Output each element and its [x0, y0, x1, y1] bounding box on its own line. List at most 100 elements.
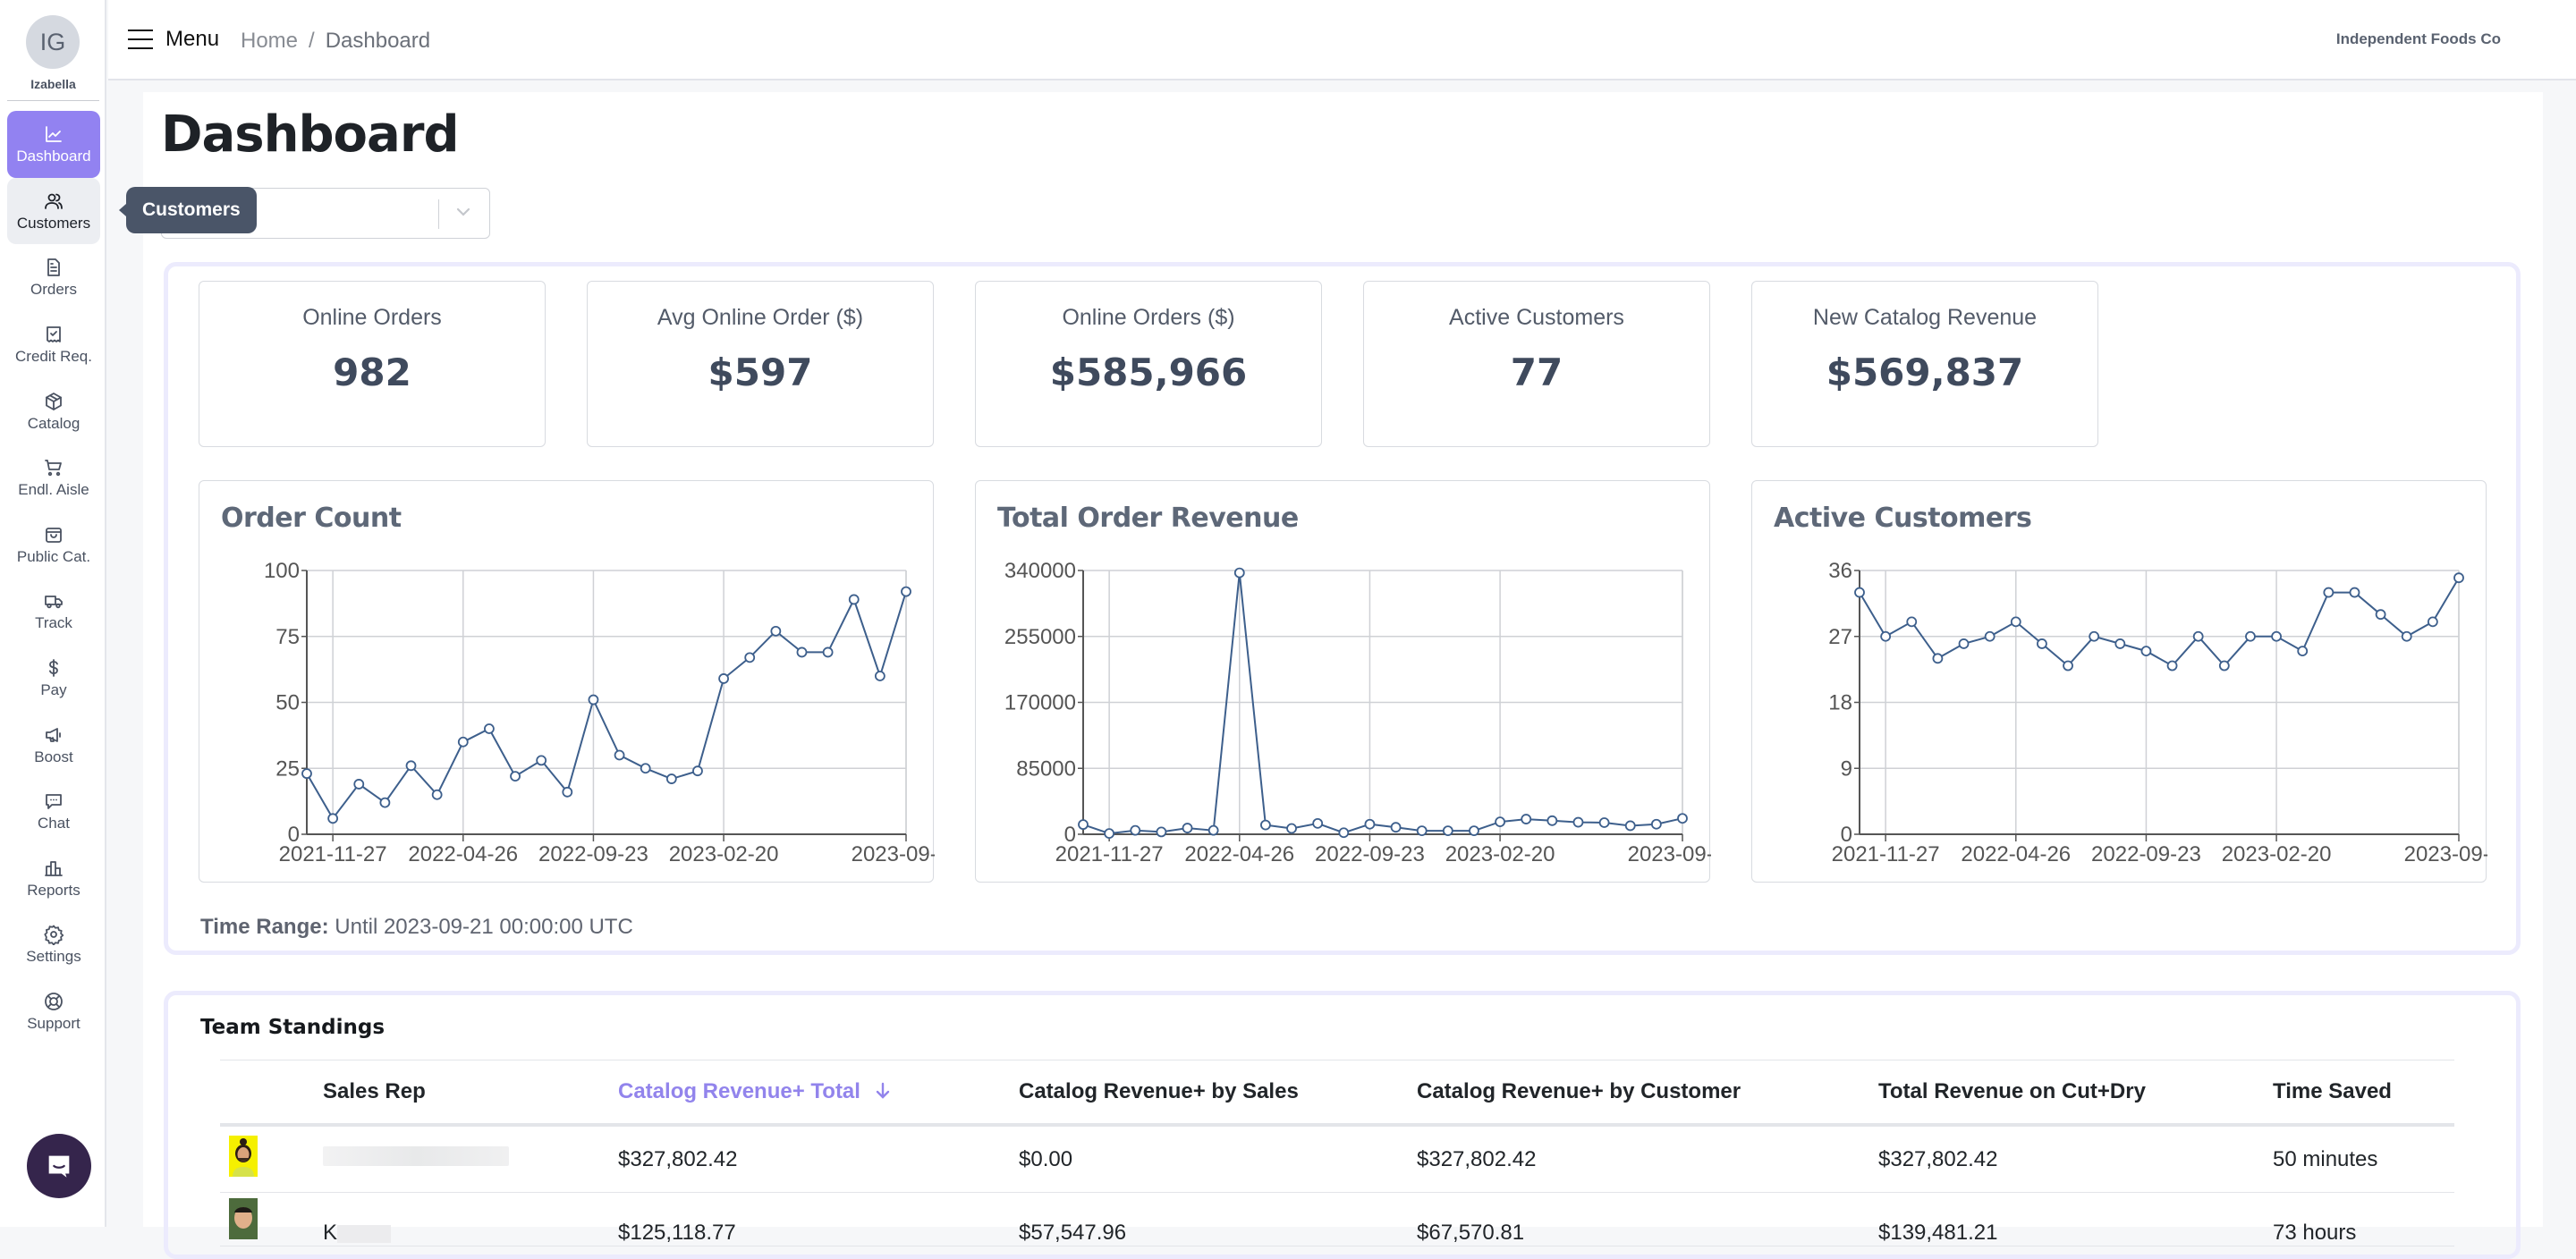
data-point: [1442, 825, 1453, 836]
kpi-value: 982: [333, 351, 411, 394]
sidebar-item-label: Endl. Aisle: [18, 481, 89, 499]
truck-icon: [42, 589, 65, 613]
kpi-active-customers: Active Customers 77: [1363, 281, 1710, 447]
column-header-by-customer[interactable]: Catalog Revenue+ by Customer: [1417, 1079, 1878, 1104]
company-name[interactable]: Independent Foods Co: [2336, 30, 2501, 48]
kpi-label: Online Orders: [302, 305, 442, 330]
redacted-name: [323, 1146, 509, 1166]
data-point: [2323, 587, 2334, 598]
data-point: [1390, 822, 1402, 833]
data-point: [1598, 817, 1610, 828]
chevron-down-icon[interactable]: [454, 203, 472, 221]
sidebar-item-label: Dashboard: [16, 148, 91, 165]
kpi-online-orders: Online Orders 982: [199, 281, 546, 447]
total-cutdry-cell: $139,481.21: [1878, 1221, 1998, 1245]
data-point: [848, 594, 860, 605]
column-header-by-sales[interactable]: Catalog Revenue+ by Sales: [1019, 1079, 1417, 1104]
data-point: [2063, 660, 2073, 672]
kpi-label: Online Orders ($): [1062, 305, 1235, 330]
data-point: [431, 789, 443, 800]
column-header-sales-rep[interactable]: Sales Rep: [323, 1079, 618, 1104]
data-point: [1156, 826, 1167, 838]
data-point: [510, 771, 521, 782]
data-point: [692, 765, 703, 777]
sidebar-item-label: Track: [35, 614, 72, 632]
column-header-time-saved[interactable]: Time Saved: [2273, 1079, 2452, 1104]
y-tick-label: 75: [275, 625, 300, 649]
chat-launcher-button[interactable]: [27, 1134, 91, 1198]
data-point: [1260, 819, 1271, 831]
sidebar-item-orders[interactable]: Orders: [7, 244, 100, 311]
x-tick-label: 2023-09-18: [1628, 842, 1711, 866]
data-point: [1416, 825, 1428, 836]
sidebar-item-pay[interactable]: Pay: [7, 645, 100, 712]
data-point: [796, 646, 808, 658]
by-customer-cell: $67,570.81: [1417, 1221, 1525, 1245]
arrow-down-icon: [876, 1082, 889, 1099]
sidebar-item-dashboard[interactable]: Dashboard: [7, 111, 100, 178]
data-point: [2349, 587, 2360, 598]
sidebar-item-support[interactable]: Support: [7, 978, 100, 1045]
sidebar-item-reports[interactable]: Reports: [7, 845, 100, 912]
sidebar-item-catalog[interactable]: Catalog: [7, 377, 100, 444]
x-tick-label: 2023-09-18: [2404, 842, 2487, 866]
time-saved-cell: 50 minutes: [2273, 1146, 2378, 1171]
menu-button[interactable]: Menu: [128, 27, 219, 52]
megaphone-icon: [42, 723, 65, 747]
sidebar-item-customers[interactable]: Customers: [7, 177, 100, 245]
data-point: [1338, 827, 1350, 839]
sidebar: IG Izabella Dashboard Customers Orders C…: [0, 0, 106, 1227]
sidebar-item-boost[interactable]: Boost: [7, 711, 100, 778]
receipt-check-icon: [42, 323, 65, 346]
data-point: [640, 763, 651, 774]
column-header-total-cutdry[interactable]: Total Revenue on Cut+Dry: [1878, 1079, 2273, 1104]
data-point: [1495, 816, 1505, 828]
data-point: [301, 768, 312, 780]
rep-avatar-cell: [220, 1136, 323, 1183]
sidebar-item-track[interactable]: Track: [7, 578, 100, 645]
time-range: Time Range: Until 2023-09-21 00:00:00 UT…: [200, 915, 633, 940]
data-point: [2375, 609, 2386, 621]
sidebar-item-chat[interactable]: Chat: [7, 778, 100, 845]
data-point: [2245, 630, 2256, 642]
table-row[interactable]: $327,802.42 $0.00 $327,802.42 $327,802.4…: [220, 1127, 2454, 1193]
y-tick-label: 100: [264, 559, 300, 583]
sidebar-item-label: Settings: [26, 948, 81, 966]
sidebar-item-label: Boost: [34, 748, 73, 765]
by-sales-cell: $0.00: [1019, 1146, 1073, 1171]
column-header-catalog-total[interactable]: Catalog Revenue+ Total: [618, 1079, 1019, 1104]
data-point: [562, 786, 573, 798]
bar-chart-icon: [42, 857, 65, 880]
kpi-label: Avg Online Order ($): [657, 305, 864, 330]
data-point: [2218, 660, 2230, 672]
sidebar-item-endless-aisle[interactable]: Endl. Aisle: [7, 444, 100, 511]
sidebar-item-public-catalog[interactable]: Public Cat.: [7, 511, 100, 579]
standings-title: Team Standings: [200, 1016, 386, 1039]
users-icon: [42, 190, 65, 213]
kpi-avg-online-order: Avg Online Order ($) $597: [587, 281, 934, 447]
y-tick-label: 255000: [1004, 625, 1076, 649]
breadcrumb-current: Dashboard: [325, 29, 431, 53]
breadcrumb-home[interactable]: Home: [241, 29, 298, 54]
data-point: [665, 773, 677, 784]
user-avatar[interactable]: IG: [26, 15, 80, 69]
table-row[interactable]: K $125,118.77 $57,547.96 $67,570.81 $139…: [220, 1193, 2454, 1246]
data-point: [2401, 630, 2412, 642]
catalog-total-cell: $125,118.77: [618, 1221, 736, 1245]
data-point: [1286, 823, 1297, 834]
x-tick-label: 2023-02-20: [669, 842, 779, 866]
data-point: [1312, 817, 1324, 829]
data-point: [1469, 825, 1479, 836]
data-point: [822, 646, 834, 658]
data-point: [1984, 630, 1996, 642]
sidebar-item-credit-req[interactable]: Credit Req.: [7, 311, 100, 378]
time-saved-cell: 73 hours: [2273, 1221, 2357, 1245]
photo-avatar-icon: [229, 1198, 258, 1239]
y-tick-label: 36: [1828, 559, 1852, 583]
user-name: Izabella: [30, 77, 76, 91]
rep-avatar-cell: [220, 1198, 323, 1246]
data-point: [2453, 572, 2464, 584]
data-point: [2140, 646, 2152, 657]
sidebar-item-settings[interactable]: Settings: [7, 911, 100, 978]
chart-total-order-revenue: Total Order Revenue 0 85000 170000 255000 34…: [975, 480, 1711, 883]
